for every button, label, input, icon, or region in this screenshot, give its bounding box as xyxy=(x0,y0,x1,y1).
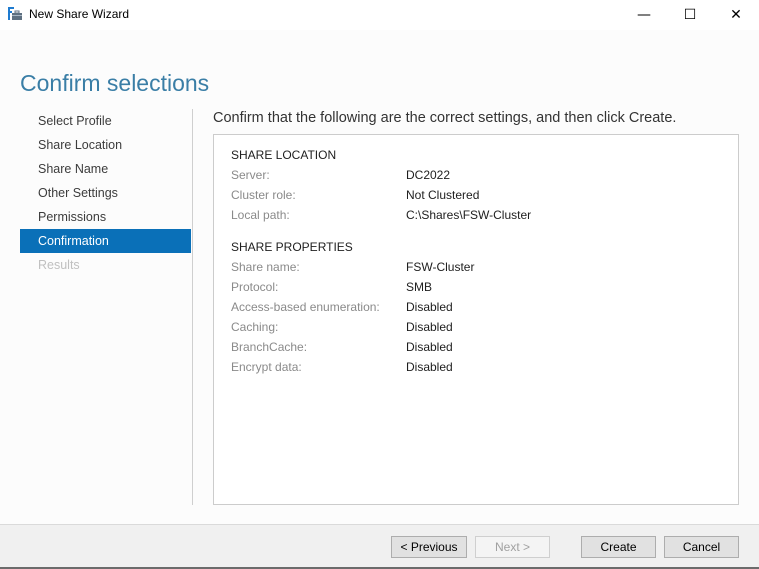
minimize-button[interactable]: — xyxy=(621,0,667,30)
previous-button[interactable]: < Previous xyxy=(391,536,467,558)
row-label: Protocol: xyxy=(231,280,279,294)
row-value: DC2022 xyxy=(406,168,451,182)
row-value: Disabled xyxy=(406,360,453,374)
row-label: Encrypt data: xyxy=(231,360,302,374)
wizard-nav: Select Profile Share Location Share Name… xyxy=(20,109,191,277)
nav-item-select-profile[interactable]: Select Profile xyxy=(20,109,191,133)
row-value: FSW-Cluster xyxy=(406,260,475,274)
page-title: Confirm selections xyxy=(20,70,210,97)
minimize-icon: — xyxy=(637,7,651,23)
share-folder-icon xyxy=(8,7,22,20)
summary-row: Access-based enumeration: Disabled xyxy=(231,300,731,320)
summary-row: Local path: C:\Shares\FSW-Cluster xyxy=(231,208,731,228)
summary-row: Server: DC2022 xyxy=(231,168,731,188)
summary-row: Cluster role: Not Clustered xyxy=(231,188,731,208)
window-title: New Share Wizard xyxy=(29,7,130,21)
nav-item-results: Results xyxy=(38,258,80,272)
nav-item-confirmation[interactable]: Confirmation xyxy=(20,229,191,253)
row-value: Not Clustered xyxy=(406,188,480,202)
row-label: Cluster role: xyxy=(231,188,296,202)
summary-row: BranchCache: Disabled xyxy=(231,340,731,360)
create-button[interactable]: Create xyxy=(581,536,656,558)
nav-item-permissions[interactable]: Permissions xyxy=(20,205,191,229)
row-value: C:\Shares\FSW-Cluster xyxy=(406,208,532,222)
row-label: Server: xyxy=(231,168,270,182)
row-value: Disabled xyxy=(406,320,453,334)
close-icon: ✕ xyxy=(730,7,742,23)
confirmation-summary-panel: SHARE LOCATION Server: DC2022 Cluster ro… xyxy=(213,134,739,505)
row-label: Access-based enumeration: xyxy=(231,300,380,314)
section-title-share-properties: SHARE PROPERTIES xyxy=(231,240,353,254)
nav-item-share-location[interactable]: Share Location xyxy=(20,133,191,157)
close-button[interactable]: ✕ xyxy=(713,0,759,30)
row-label: Share name: xyxy=(231,260,300,274)
nav-item-other-settings[interactable]: Other Settings xyxy=(20,181,191,205)
nav-item-share-name[interactable]: Share Name xyxy=(20,157,191,181)
summary-row: Protocol: SMB xyxy=(231,280,731,300)
row-value: Disabled xyxy=(406,300,453,314)
next-button: Next > xyxy=(475,536,550,558)
row-value: SMB xyxy=(406,280,433,294)
row-label: Local path: xyxy=(231,208,290,222)
nav-divider xyxy=(192,109,193,505)
row-label: BranchCache: xyxy=(231,340,308,354)
summary-row: Caching: Disabled xyxy=(231,320,731,340)
summary-row: Encrypt data: Disabled xyxy=(231,360,731,380)
row-value: Disabled xyxy=(406,340,453,354)
title-bar: New Share Wizard — ☐ ✕ xyxy=(0,0,759,30)
row-label: Caching: xyxy=(231,320,279,334)
cancel-button[interactable]: Cancel xyxy=(664,536,739,558)
maximize-button[interactable]: ☐ xyxy=(667,0,713,30)
maximize-icon: ☐ xyxy=(683,7,697,23)
summary-row: Share name: FSW-Cluster xyxy=(231,260,731,280)
instructions-text: Confirm that the following are the corre… xyxy=(213,110,677,126)
section-title-share-location: SHARE LOCATION xyxy=(231,148,337,162)
